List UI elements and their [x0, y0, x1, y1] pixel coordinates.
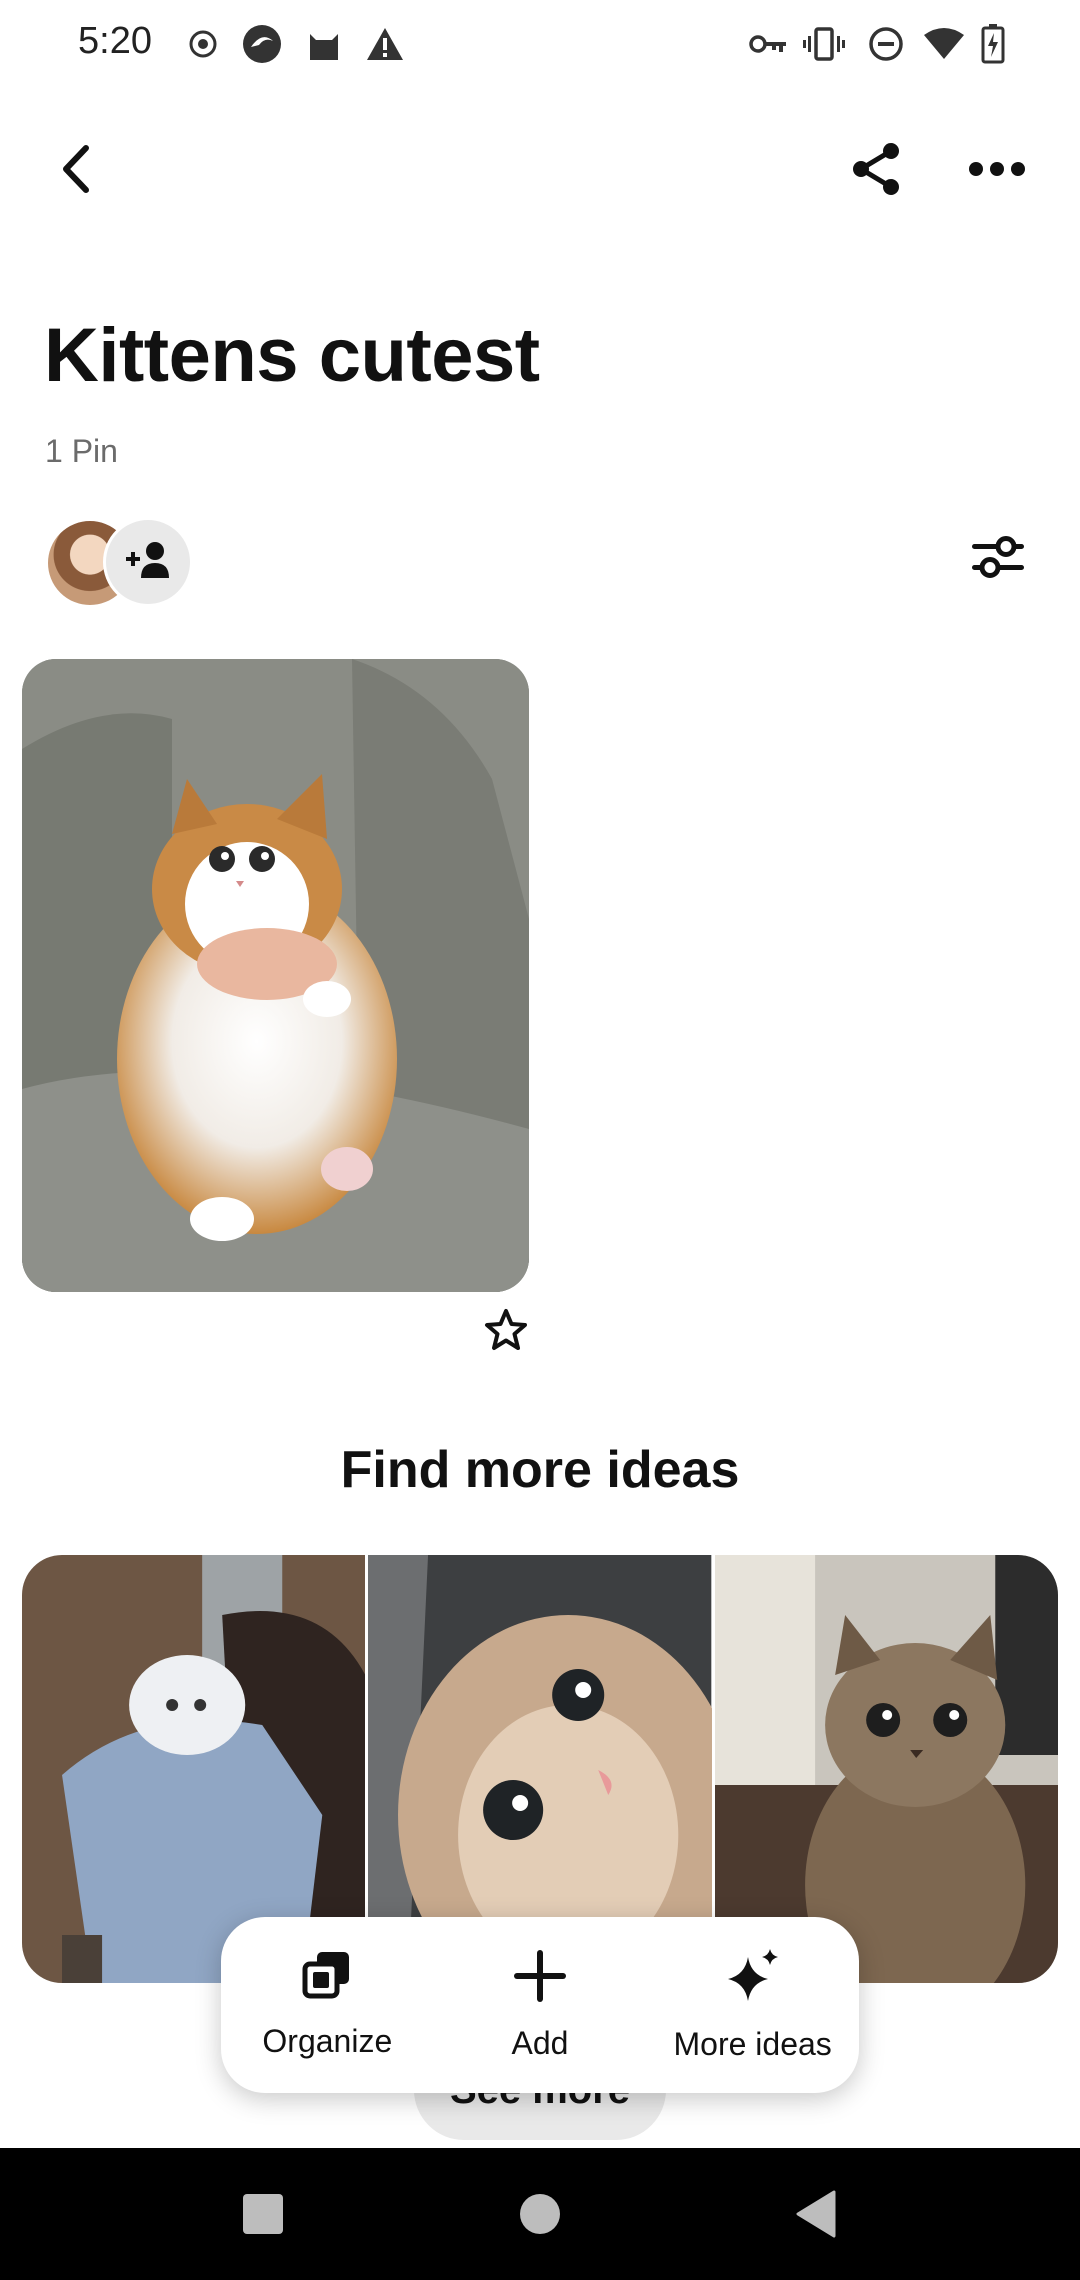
pin-image [22, 659, 529, 1292]
star-outline-icon [484, 1308, 528, 1357]
more-horizontal-icon [968, 161, 1026, 182]
sliders-icon [970, 532, 1026, 587]
home-button[interactable] [500, 2176, 580, 2256]
triangle-back-icon [794, 2190, 838, 2243]
add-collaborator-button[interactable] [103, 517, 193, 607]
system-nav-bar [0, 2148, 1080, 2280]
organize-label: Organize [262, 2023, 393, 2059]
board-title: Kittens cutest [44, 313, 540, 398]
filter-button[interactable] [958, 514, 1038, 604]
organize-icon [301, 1950, 353, 2007]
pin-count: 1 Pin [45, 433, 118, 469]
warning-icon [364, 22, 406, 66]
chevron-left-icon [58, 144, 92, 199]
battery-charging-icon [978, 22, 1008, 66]
add-person-icon [124, 540, 172, 585]
find-more-heading: Find more ideas [340, 1441, 740, 1499]
more-ideas-button[interactable]: More ideas [653, 1930, 853, 2080]
favorite-button[interactable] [480, 1306, 532, 1358]
status-time: 5:20 [78, 20, 152, 62]
organize-button[interactable]: Organize [227, 1930, 427, 2080]
dnd-icon [866, 22, 906, 66]
add-label: Add [511, 2025, 569, 2061]
recents-button[interactable] [223, 2176, 303, 2256]
cat-app-icon [304, 22, 344, 66]
status-bar: 5:20 [0, 0, 1080, 90]
pin-card[interactable] [22, 659, 529, 1292]
plus-icon [512, 1948, 568, 2009]
back-button[interactable] [30, 126, 120, 216]
sparkle-icon [724, 1947, 782, 2010]
circle-icon [518, 2192, 562, 2241]
share-button[interactable] [832, 126, 922, 216]
square-icon [241, 2192, 285, 2241]
vibrate-icon [802, 22, 846, 66]
board-action-toolbar: Organize Add More ideas [221, 1917, 859, 2093]
more-ideas-label: More ideas [673, 2026, 832, 2062]
more-options-button[interactable] [952, 126, 1042, 216]
share-icon [849, 141, 905, 202]
browser-icon [240, 22, 284, 66]
add-button[interactable]: Add [440, 1930, 640, 2080]
wifi-icon [922, 22, 966, 66]
nav-back-button[interactable] [776, 2176, 856, 2256]
record-icon [186, 22, 220, 66]
vpn-key-icon [748, 22, 788, 66]
